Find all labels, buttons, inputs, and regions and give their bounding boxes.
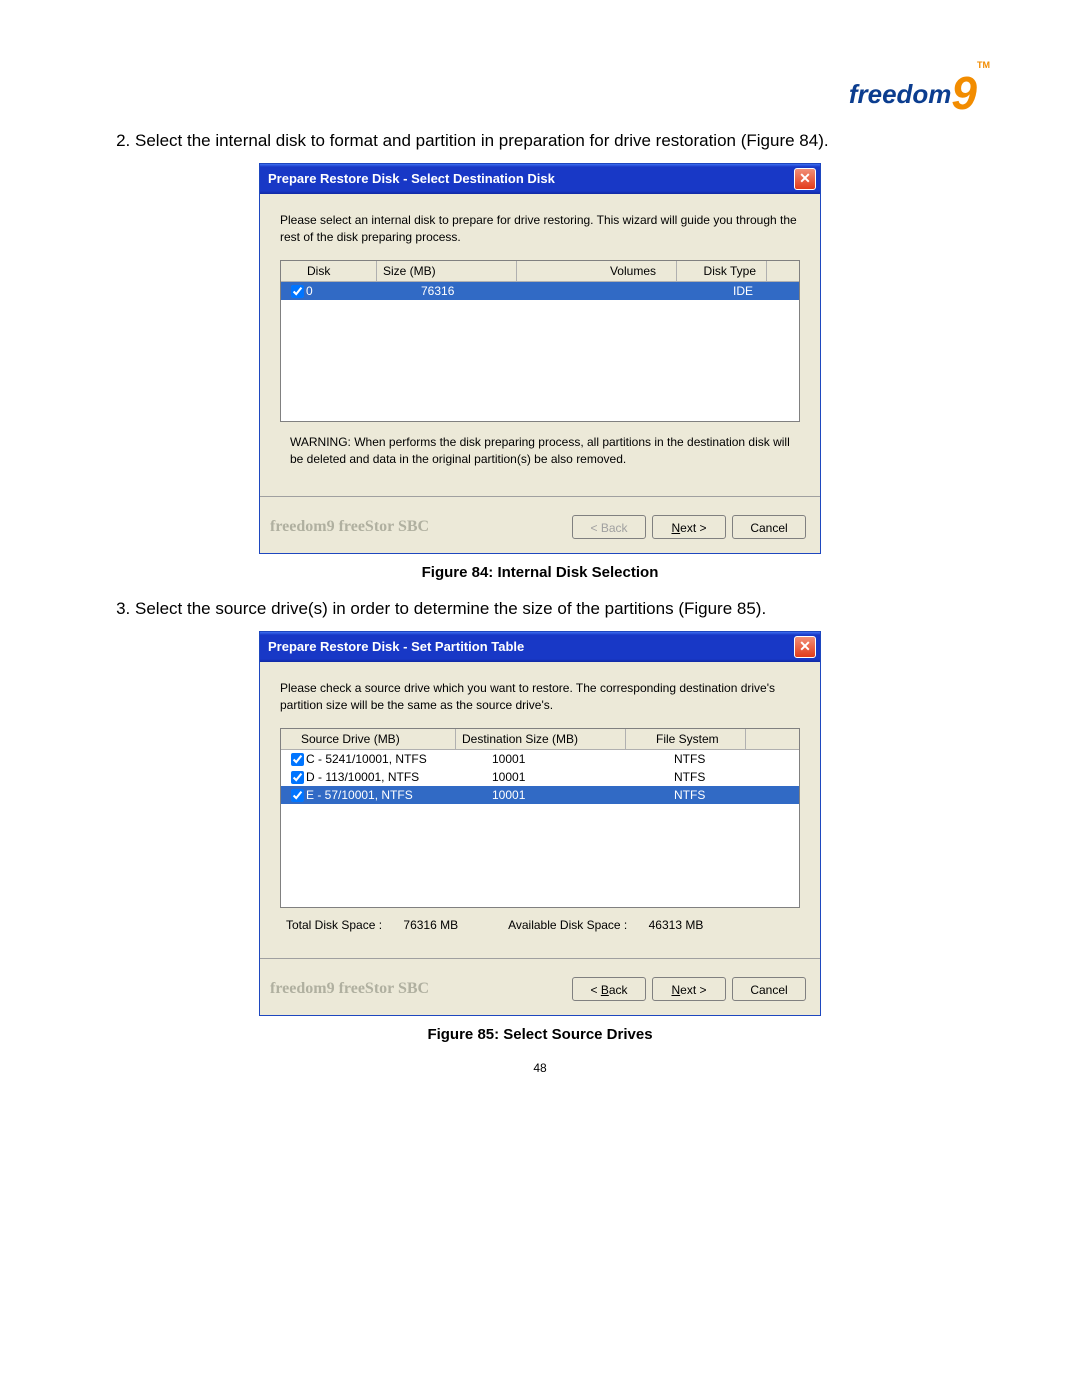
cell-dest: 10001 [456,769,626,785]
total-label: Total Disk Space : [286,918,382,932]
cell-type: IDE [677,283,767,299]
warning-text: WARNING: When performs the disk preparin… [280,422,800,474]
cancel-button[interactable]: Cancel [732,977,806,1001]
row-checkbox[interactable] [291,285,304,298]
table-row[interactable]: C - 5241/10001, NTFS 10001NTFS [281,750,799,768]
figure-84-caption: Figure 84: Internal Disk Selection [90,564,990,581]
total-value: 76316 MB [403,918,458,932]
titlebar[interactable]: Prepare Restore Disk - Select Destinatio… [260,164,820,194]
col-source-drive[interactable]: Source Drive (MB) [281,729,456,749]
cell-dest: 10001 [456,751,626,767]
col-file-system[interactable]: File System [626,729,746,749]
source-drive-table: Source Drive (MB) Destination Size (MB) … [280,728,800,908]
next-button[interactable]: Next > [652,515,726,539]
col-disk-type[interactable]: Disk Type [677,261,767,281]
next-button[interactable]: Next > [652,977,726,1001]
cell-disk: 0 [306,284,313,298]
col-dest-size[interactable]: Destination Size (MB) [456,729,626,749]
divider [260,496,820,497]
dialog-title: Prepare Restore Disk - Select Destinatio… [268,171,555,186]
divider [260,958,820,959]
col-volumes[interactable]: Volumes [517,261,677,281]
step-2-text: Select the internal disk to format and p… [135,129,990,153]
dialog-title: Prepare Restore Disk - Set Partition Tab… [268,639,524,654]
page-number: 48 [90,1061,990,1075]
row-checkbox[interactable] [291,789,304,802]
cell-fs: NTFS [626,751,746,767]
logo-nine: 9 [951,66,977,120]
brand-text: freedom9 freeStor SBC [270,980,429,998]
avail-value: 46313 MB [649,918,704,932]
cell-fs: NTFS [626,787,746,803]
totals-row: Total Disk Space : 76316 MB Available Di… [280,908,800,936]
cell-source: D - 113/10001, NTFS [306,770,419,784]
back-button[interactable]: < Back [572,977,646,1001]
disk-table: Disk Size (MB) Volumes Disk Type 0 76316… [280,260,800,422]
col-disk[interactable]: Disk [281,261,377,281]
cell-source: E - 57/10001, NTFS [306,788,413,802]
cell-source: C - 5241/10001, NTFS [306,752,427,766]
back-button: < Back [572,515,646,539]
logo: freedom9TM [90,60,990,114]
dialog-instruction: Please select an internal disk to prepar… [280,212,800,246]
brand-text: freedom9 freeStor SBC [270,518,429,536]
close-icon[interactable]: ✕ [794,636,816,658]
cell-fs: NTFS [626,769,746,785]
figure-85-caption: Figure 85: Select Source Drives [90,1026,990,1043]
avail-label: Available Disk Space : [508,918,627,932]
dialog-select-destination-disk: Prepare Restore Disk - Select Destinatio… [259,163,821,554]
dialog-set-partition-table: Prepare Restore Disk - Set Partition Tab… [259,631,821,1017]
step-3-text: Select the source drive(s) in order to d… [135,597,990,621]
table-row[interactable]: 0 76316 IDE [281,282,799,300]
titlebar[interactable]: Prepare Restore Disk - Set Partition Tab… [260,632,820,662]
table-row[interactable]: D - 113/10001, NTFS 10001NTFS [281,768,799,786]
cell-size: 76316 [377,283,517,299]
logo-tm: TM [977,60,990,70]
dialog-instruction: Please check a source drive which you wa… [280,680,800,714]
cancel-button[interactable]: Cancel [732,515,806,539]
cell-volumes [517,290,677,292]
table-row[interactable]: E - 57/10001, NTFS 10001NTFS [281,786,799,804]
row-checkbox[interactable] [291,753,304,766]
row-checkbox[interactable] [291,771,304,784]
col-size[interactable]: Size (MB) [377,261,517,281]
cell-dest: 10001 [456,787,626,803]
logo-text: freedom [849,79,952,109]
close-icon[interactable]: ✕ [794,168,816,190]
